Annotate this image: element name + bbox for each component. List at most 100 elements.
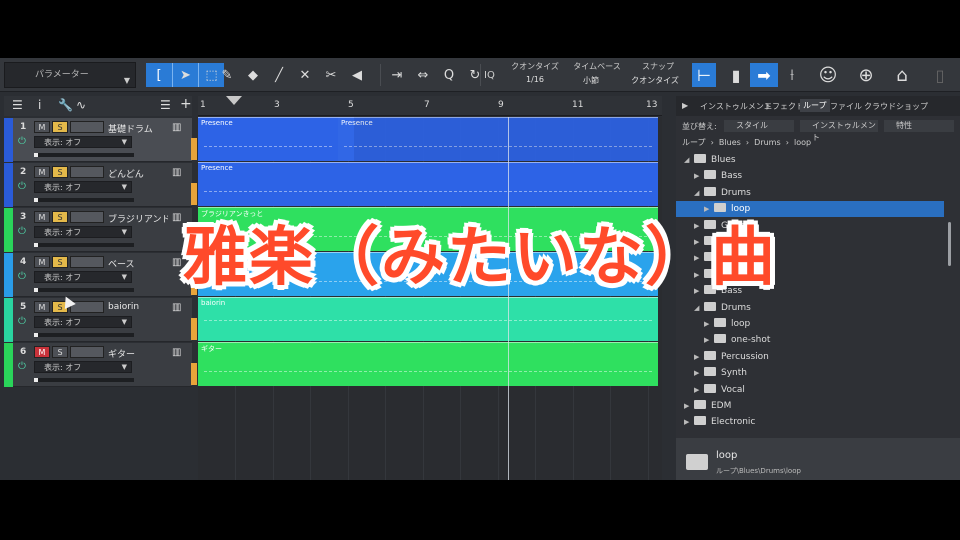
browser-tab-icon[interactable]: ▶ xyxy=(682,101,688,110)
tree-item[interactable]: ◢ Drums xyxy=(676,185,944,201)
tree-item[interactable]: ▶ Electronic xyxy=(676,414,944,430)
snap-toggle-icon[interactable]: ⊢ xyxy=(692,63,716,87)
record-slot[interactable] xyxy=(70,166,104,178)
user-icon[interactable]: ☺ xyxy=(814,63,842,87)
breadcrumb-item[interactable]: Blues xyxy=(719,138,741,147)
keyboard-icon[interactable]: ▥ xyxy=(172,167,181,178)
document-icon[interactable]: ▯ xyxy=(926,63,954,87)
mute-button[interactable]: M xyxy=(34,166,50,178)
power-icon[interactable]: ⏻ xyxy=(18,136,26,147)
sync-icon[interactable]: ⊕ xyxy=(852,63,880,87)
bracket-icon[interactable]: [ xyxy=(146,63,172,87)
playhead-marker[interactable] xyxy=(226,96,242,105)
display-dropdown[interactable]: 表示: オフ ▼ xyxy=(34,316,132,328)
home-icon[interactable]: ⌂ xyxy=(888,63,916,87)
solo-button[interactable]: S xyxy=(52,166,68,178)
quantize-value[interactable]: 1/16 xyxy=(510,75,560,84)
track-name[interactable]: ギター xyxy=(108,347,168,360)
quantize-q-button[interactable]: Q xyxy=(436,63,462,87)
tab-loops[interactable]: ループ xyxy=(800,99,830,112)
expand-icon[interactable]: ▶ xyxy=(704,316,714,332)
arrange-icon[interactable]: ▮ xyxy=(722,63,750,87)
bend-icon[interactable]: ⇥ xyxy=(384,63,410,87)
tab-shop[interactable]: ショップ xyxy=(896,101,928,112)
record-slot[interactable] xyxy=(70,346,104,358)
tree-item[interactable]: ▶ loop xyxy=(676,316,944,332)
wrench-icon[interactable]: 🔧 xyxy=(58,98,73,112)
mute-button[interactable]: M xyxy=(34,121,50,133)
stretch-icon[interactable]: ⇔ xyxy=(410,63,436,87)
eraser-tool-icon[interactable]: ◆ xyxy=(240,63,266,87)
add-track-icon[interactable]: + xyxy=(180,96,192,112)
solo-button[interactable]: S xyxy=(52,346,68,358)
tab-effects[interactable]: エフェクト xyxy=(764,101,804,112)
record-slot[interactable] xyxy=(70,121,104,133)
event-clip[interactable]: Presence xyxy=(338,117,658,161)
keyboard-icon[interactable]: ▥ xyxy=(172,122,181,133)
split-tool-icon[interactable]: ✂ xyxy=(318,63,344,87)
power-icon[interactable]: ⏻ xyxy=(18,181,26,192)
info-icon[interactable]: i xyxy=(38,98,41,112)
tab-files[interactable]: ファイル xyxy=(830,101,862,112)
snap-value[interactable]: クオンタイズ xyxy=(630,75,680,86)
collapse-icon[interactable]: ◢ xyxy=(684,152,694,168)
mute-tool-icon[interactable]: ✕ xyxy=(292,63,318,87)
volume-meter[interactable] xyxy=(34,198,134,202)
expand-icon[interactable]: ▶ xyxy=(684,398,694,414)
power-icon[interactable]: ⏻ xyxy=(18,316,26,327)
tree-item[interactable]: ▶ EDM xyxy=(676,398,944,414)
mute-button[interactable]: M xyxy=(34,346,50,358)
sort-feature-dropdown[interactable]: 特性 xyxy=(884,120,954,132)
track-row[interactable]: 1 M S 基礎ドラム ▥ ⏻ 表示: オフ ▼ xyxy=(4,118,197,162)
breadcrumb-item[interactable]: Drums xyxy=(754,138,780,147)
tab-cloud[interactable]: クラウド xyxy=(864,101,896,112)
menu-icon[interactable]: ☰ xyxy=(12,98,23,112)
volume-meter[interactable] xyxy=(34,153,134,157)
expand-icon[interactable]: ▶ xyxy=(694,382,704,398)
expand-icon[interactable]: ▶ xyxy=(694,168,704,184)
track-name[interactable]: どんどん xyxy=(108,167,168,180)
track-name[interactable]: 基礎ドラム xyxy=(108,122,168,135)
timebase-value[interactable]: 小節 xyxy=(568,75,614,86)
breadcrumb-item[interactable]: ループ xyxy=(682,138,706,147)
forward-arrow-icon[interactable]: ➡ xyxy=(750,63,778,87)
arrow-tool-icon[interactable]: ➤ xyxy=(172,63,198,87)
tree-item[interactable]: ▶ one-shot xyxy=(676,332,944,348)
track-row[interactable]: 6 M S ギター ▥ ⏻ 表示: オフ ▼ xyxy=(4,343,197,387)
timeline-ruler[interactable]: 1 3 5 7 9 11 13 xyxy=(198,96,662,116)
event-clip[interactable]: Presence xyxy=(198,117,338,161)
expand-icon[interactable]: ▶ xyxy=(694,349,704,365)
sort-instrument-dropdown[interactable]: インストゥルメント xyxy=(800,120,878,142)
expand-icon[interactable]: ▶ xyxy=(684,414,694,430)
paint-tool-icon[interactable]: ╱ xyxy=(266,63,292,87)
tree-item[interactable]: ▶ Vocal xyxy=(676,382,944,398)
solo-button[interactable]: S xyxy=(52,121,68,133)
split-view-icon[interactable]: ⟊ xyxy=(778,63,806,87)
volume-meter[interactable] xyxy=(34,333,134,337)
display-dropdown[interactable]: 表示: オフ ▼ xyxy=(34,361,132,373)
tab-instruments[interactable]: インストゥルメント xyxy=(700,101,772,112)
power-icon[interactable]: ⏻ xyxy=(18,361,26,372)
expand-icon[interactable]: ▶ xyxy=(704,332,714,348)
list-icon[interactable]: ☰ xyxy=(160,98,171,112)
parameter-dropdown[interactable]: パラメーター ▼ xyxy=(4,62,136,88)
event-clip[interactable]: Presence xyxy=(198,162,658,206)
keyboard-icon[interactable]: ▥ xyxy=(172,347,181,358)
volume-meter[interactable] xyxy=(34,378,134,382)
track-row[interactable]: 2 M S どんどん ▥ ⏻ 表示: オフ ▼ xyxy=(4,163,197,207)
display-dropdown[interactable]: 表示: オフ ▼ xyxy=(34,181,132,193)
display-dropdown[interactable]: 表示: オフ ▼ xyxy=(34,136,132,148)
tree-item[interactable]: ◢ Blues xyxy=(676,152,944,168)
collapse-icon[interactable]: ◢ xyxy=(694,185,704,201)
listen-tool-icon[interactable]: ◀ xyxy=(344,63,370,87)
breadcrumb-item[interactable]: loop xyxy=(794,138,811,147)
tree-item[interactable]: ▶ Percussion xyxy=(676,349,944,365)
pencil-tool-icon[interactable]: ✎ xyxy=(214,63,240,87)
sort-style-dropdown[interactable]: スタイル xyxy=(724,120,794,132)
event-clip[interactable]: ギター xyxy=(198,342,658,386)
tree-item[interactable]: ▶ Bass xyxy=(676,168,944,184)
automation-icon[interactable]: ∿ xyxy=(76,98,86,112)
tree-item[interactable]: ▶ Synth xyxy=(676,365,944,381)
expand-icon[interactable]: ▶ xyxy=(694,365,704,381)
iq-button[interactable]: IQ xyxy=(484,70,495,81)
